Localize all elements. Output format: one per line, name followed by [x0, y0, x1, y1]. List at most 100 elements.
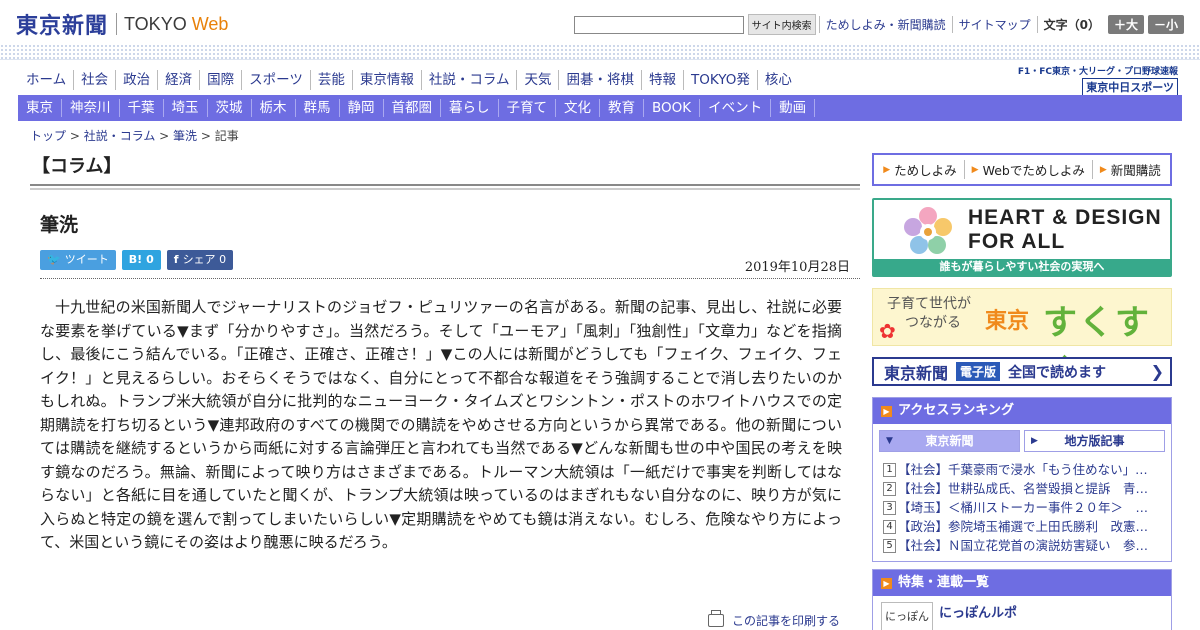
region-living[interactable]: 暮らし [441, 99, 499, 117]
facebook-share-button[interactable]: f シェア 0 [166, 250, 234, 270]
side-link-trial-label: ためしよみ [894, 163, 957, 178]
region-education[interactable]: 教育 [600, 99, 644, 117]
breadcrumb-editorial[interactable]: 社説・コラム [84, 129, 156, 143]
nav-society[interactable]: 社会 [73, 70, 115, 90]
digital-edition-logo: 東京新聞 [884, 363, 949, 383]
sukusuku-subtitle-line1: 子育て世代が [887, 296, 971, 312]
access-ranking-header: ▶ アクセスランキング [873, 398, 1171, 424]
rank-number: 2 [883, 481, 896, 496]
feature-item[interactable]: にっぽん にっぽんルポ [873, 596, 1171, 630]
features-box: ▶ 特集・連載一覧 にっぽん にっぽんルポ [872, 569, 1172, 630]
site-header: 東京新聞 TOKYO Web サイト内検索 ためしよみ・新聞購読 サイトマップ … [0, 0, 1200, 44]
font-size-label: 文字（0） [1036, 16, 1104, 33]
region-kanagawa[interactable]: 神奈川 [62, 99, 120, 117]
rank-headline: 【埼玉】＜桶川ストーカー事件２０年＞ … [898, 500, 1149, 515]
font-smaller-button[interactable]: －小 [1147, 15, 1184, 34]
list-item[interactable]: 5 【社会】Ｎ国立花党首の演説妨害疑い 参… [883, 536, 1161, 555]
tab-tokyo-shimbun-label: 東京新聞 [925, 434, 974, 448]
region-saitama[interactable]: 埼玉 [164, 99, 208, 117]
site-search-button[interactable]: サイト内検索 [747, 14, 816, 35]
region-book[interactable]: BOOK [644, 99, 701, 117]
digital-edition-banner[interactable]: 東京新聞 電子版 全国で読めます ❯ [872, 357, 1172, 386]
tab-local-articles[interactable]: ▶ 地方版記事 [1024, 430, 1165, 452]
printer-icon [708, 610, 724, 627]
region-ibaraki[interactable]: 茨城 [208, 99, 252, 117]
region-culture[interactable]: 文化 [556, 99, 600, 117]
nav-weather[interactable]: 天気 [516, 70, 558, 90]
font-larger-button[interactable]: ＋大 [1107, 15, 1144, 34]
nav-international[interactable]: 国際 [199, 70, 241, 90]
breadcrumb-top[interactable]: トップ [30, 129, 66, 143]
hatena-bookmark-button[interactable]: B! 0 [121, 250, 161, 270]
tokyo-sukusuku-banner[interactable]: 子育て世代が つながる ✿ 東京 すくすく [872, 288, 1172, 392]
heart-flower-logo-icon [904, 207, 952, 254]
sukusuku-subtitle-line2: つながる [905, 315, 961, 331]
nav-sports[interactable]: スポーツ [241, 70, 310, 90]
article-body: 十九世紀の米国新聞人でジャーナリストのジョゼフ・ピュリツァーの名言がある。新聞の… [40, 298, 842, 551]
breadcrumb-sep: > [197, 129, 215, 143]
feature-title: にっぽんルポ [939, 606, 1018, 621]
breadcrumb-sep: > [66, 129, 84, 143]
share-bar: 🐦 ツイート B! 0 f シェア 0 [40, 250, 239, 270]
nav-home[interactable]: ホーム [18, 70, 73, 90]
nav-tokuho[interactable]: 特報 [640, 70, 683, 90]
facebook-share-count: 0 [219, 253, 227, 266]
chunichi-sports-link[interactable]: F1・FC東京・大リーグ・プロ野球速報 東京中日スポーツ [1018, 64, 1178, 96]
nav-go-shogi[interactable]: 囲碁・将棋 [558, 70, 641, 90]
nav-economy[interactable]: 経済 [157, 70, 199, 90]
region-shizuoka[interactable]: 静岡 [340, 99, 384, 117]
nav-editorial-column[interactable]: 社説・コラム [420, 70, 517, 90]
triangle-right-icon: ▶ [1031, 436, 1038, 446]
site-search-input[interactable] [573, 15, 744, 34]
tab-tokyo-shimbun[interactable]: ▼ 東京新聞 [879, 430, 1020, 452]
heart-design-banner[interactable]: HEART & DESIGN FOR ALL 誰もが暮らしやすい社会の実現へ [872, 198, 1172, 277]
rank-number: 5 [883, 538, 896, 553]
article-title: 筆洗 [40, 214, 79, 236]
article-divider [40, 278, 860, 279]
rank-headline: 【社会】世耕弘成氏、名誉毀損と提訴 青… [898, 481, 1149, 496]
logo-jp-text: 東京新聞 [16, 13, 109, 39]
tweet-label: ツイート [64, 253, 109, 266]
flower-icon: ✿ [879, 319, 896, 343]
side-link-web-trial[interactable]: ▶ Webでためしよみ [963, 160, 1092, 179]
triangle-right-icon: ▶ [971, 164, 979, 175]
logo-en-text: TOKYO Web [124, 14, 228, 35]
side-link-subscribe[interactable]: ▶ 新聞購読 [1091, 160, 1168, 179]
article-date: 2019年10月28日 [744, 260, 850, 275]
region-gunma[interactable]: 群馬 [296, 99, 340, 117]
region-shutoken[interactable]: 首都圏 [384, 99, 441, 117]
nav-entertainment[interactable]: 芸能 [309, 70, 352, 90]
util-link-trial-subscribe[interactable]: ためしよみ・新聞購読 [818, 16, 952, 33]
list-item[interactable]: 2 【社会】世耕弘成氏、名誉毀損と提訴 青… [883, 479, 1161, 498]
util-link-sitemap[interactable]: サイトマップ [951, 16, 1037, 33]
region-tokyo[interactable]: 東京 [18, 99, 62, 117]
nav-tokyo-hatsu[interactable]: TOKYO発 [682, 70, 757, 90]
heart-design-tagline: 誰もが暮らしやすい社会の実現へ [874, 259, 1170, 275]
chevron-right-icon: ❯ [1150, 362, 1164, 381]
heart-design-title-line2: FOR ALL [968, 230, 1066, 253]
nav-kakushin[interactable]: 核心 [756, 70, 799, 90]
tweet-button[interactable]: 🐦 ツイート [40, 250, 116, 270]
sukusuku-subtitle: 子育て世代が つながる [887, 295, 971, 333]
region-chiba[interactable]: 千葉 [120, 99, 164, 117]
list-item[interactable]: 4 【政治】参院埼玉補選で上田氏勝利 改憲… [883, 517, 1161, 536]
region-video[interactable]: 動画 [771, 99, 816, 117]
side-link-trial[interactable]: ▶ ためしよみ [876, 160, 963, 179]
rank-headline: 【政治】参院埼玉補選で上田氏勝利 改憲… [898, 519, 1149, 534]
region-event[interactable]: イベント [700, 99, 772, 117]
site-logo[interactable]: 東京新聞 TOKYO Web [16, 8, 228, 40]
print-article-link[interactable]: この記事を印刷する [708, 610, 840, 629]
nav-tokyo-info[interactable]: 東京情報 [351, 70, 421, 90]
list-item[interactable]: 3 【埼玉】＜桶川ストーカー事件２０年＞ … [883, 498, 1161, 517]
logo-en-web: Web [191, 13, 229, 34]
breadcrumb-hissen[interactable]: 筆洗 [173, 129, 197, 143]
access-ranking-title: アクセスランキング [898, 403, 1014, 418]
chunichi-logo-text: 東京中日スポーツ [1082, 78, 1178, 96]
ranking-tabs: ▼ 東京新聞 ▶ 地方版記事 [873, 424, 1171, 456]
list-item[interactable]: 1 【社会】千葉豪雨で浸水「もう住めない」… [883, 460, 1161, 479]
features-title: 特集・連載一覧 [898, 575, 990, 590]
region-parenting[interactable]: 子育て [499, 99, 556, 117]
sukusuku-city: 東京 [985, 308, 1030, 334]
region-tochigi[interactable]: 栃木 [252, 99, 296, 117]
nav-politics[interactable]: 政治 [115, 70, 157, 90]
